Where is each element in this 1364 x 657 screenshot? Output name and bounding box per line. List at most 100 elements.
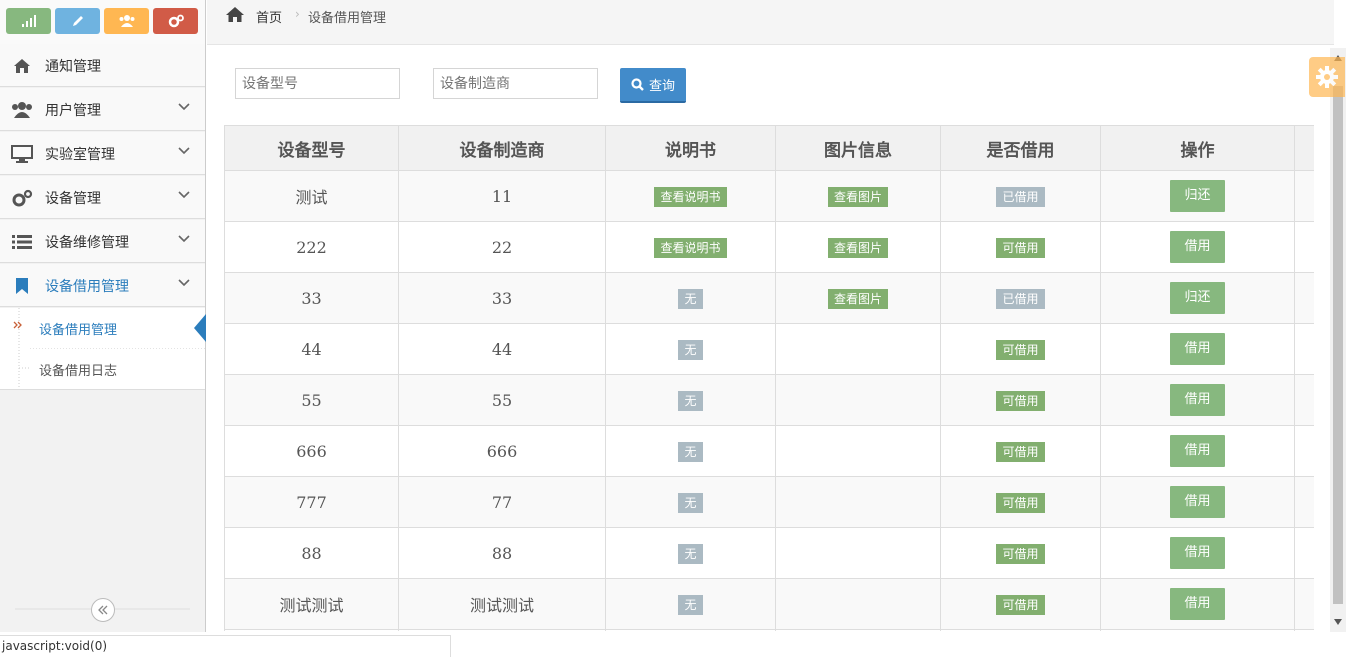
cell-image <box>775 578 941 630</box>
manual-label[interactable]: 查看说明书 <box>654 237 727 258</box>
table-row: 44 44 无 可借用 借用 <box>224 323 1314 375</box>
col-header-model: 设备型号 <box>224 125 399 171</box>
shortcut-cogs-button[interactable] <box>153 8 198 34</box>
breadcrumb-current: 设备借用管理 <box>308 11 387 26</box>
cell-extra <box>1294 374 1314 426</box>
col-header-extra <box>1294 125 1314 171</box>
cell-image <box>775 323 941 375</box>
status-badge: 可借用 <box>996 543 1045 564</box>
table-row: 222 22 查看说明书 查看图片 可借用 借用 <box>224 221 1314 273</box>
image-label[interactable]: 查看图片 <box>827 288 888 309</box>
status-badge: 可借用 <box>996 492 1045 513</box>
cell-action: 借用 <box>1100 629 1295 631</box>
device-maker-input[interactable] <box>433 68 598 99</box>
action-button[interactable]: 借用 <box>1170 486 1225 518</box>
cell-extra <box>1294 323 1314 375</box>
users-icon <box>118 14 136 28</box>
sidebar-item-label: 用户管理 <box>45 103 101 119</box>
device-table-container: 设备型号 设备制造商 说明书 图片信息 是否借用 操作 测试 11 查看说明书 查看图… <box>224 125 1314 631</box>
cell-action: 借用 <box>1100 425 1295 477</box>
browser-status-bar: javascript:void(0) <box>0 635 451 657</box>
sidebar-item-label: 通知管理 <box>45 59 101 75</box>
cell-extra <box>1294 170 1314 222</box>
double-angle-left-icon <box>97 605 109 615</box>
cogs-icon <box>11 188 33 208</box>
cell-maker: 666 <box>398 425 606 477</box>
action-button[interactable]: 借用 <box>1170 435 1225 467</box>
cell-model: 44 <box>224 323 399 375</box>
cell-status: 可借用 <box>940 221 1101 273</box>
action-button[interactable]: 借用 <box>1170 231 1225 263</box>
sidebar-item-repair[interactable]: 设备维修管理 <box>0 220 205 263</box>
manual-label[interactable]: 查看说明书 <box>654 186 727 207</box>
table-header-row: 设备型号 设备制造商 说明书 图片信息 是否借用 操作 <box>224 125 1314 171</box>
action-button[interactable]: 归还 <box>1170 180 1225 212</box>
action-button[interactable]: 借用 <box>1170 333 1225 365</box>
shortcut-pencil-button[interactable] <box>55 8 100 34</box>
chevron-down-icon <box>178 279 190 287</box>
image-label[interactable]: 查看图片 <box>827 186 888 207</box>
shortcut-users-button[interactable] <box>104 8 149 34</box>
cell-model: 33 <box>224 272 399 324</box>
sidebar-item-notice[interactable]: 通知管理 <box>0 44 205 87</box>
manual-label: 无 <box>678 543 703 564</box>
action-button[interactable]: 归还 <box>1170 282 1225 314</box>
sidebar-item-lab[interactable]: 实验室管理 <box>0 132 205 175</box>
cell-action: 借用 <box>1100 527 1295 579</box>
pencil-icon <box>71 14 85 28</box>
shortcut-signal-button[interactable] <box>6 8 51 34</box>
sidebar-item-users[interactable]: 用户管理 <box>0 88 205 131</box>
sidebar-item-device[interactable]: 设备管理 <box>0 176 205 219</box>
home-icon <box>11 56 33 76</box>
list-icon <box>11 232 33 252</box>
device-model-input[interactable] <box>235 68 400 99</box>
cell-maker: 22 <box>398 221 606 273</box>
manual-label: 无 <box>678 441 703 462</box>
cell-model: 实验室管理测试 <box>224 629 399 631</box>
action-button[interactable]: 借用 <box>1170 537 1225 569</box>
cell-image <box>775 425 941 477</box>
cell-status: 可借用 <box>940 578 1101 630</box>
cell-action: 借用 <box>1100 374 1295 426</box>
breadcrumb-home-link[interactable]: 首页 <box>256 7 282 26</box>
search-icon <box>631 78 649 91</box>
sidebar-subitem-label: 设备借用日志 <box>39 364 118 379</box>
cell-maker: 77 <box>398 476 606 528</box>
cell-model: 55 <box>224 374 399 426</box>
col-header-manual: 说明书 <box>605 125 776 171</box>
sidebar-subitem-borrow-log[interactable]: 设备借用日志 <box>0 349 205 389</box>
cell-status: 可借用 <box>940 425 1101 477</box>
users-icon <box>11 100 33 120</box>
status-badge: 已借用 <box>996 186 1045 207</box>
settings-button[interactable] <box>1309 57 1345 97</box>
status-badge: 已借用 <box>996 288 1045 309</box>
chevron-down-icon <box>178 235 190 243</box>
sidebar-subitem-borrow-manage[interactable]: 设备借用管理 <box>0 308 206 348</box>
table-row: 777 77 无 可借用 借用 <box>224 476 1314 528</box>
action-button[interactable]: 借用 <box>1170 384 1225 416</box>
status-badge: 可借用 <box>996 339 1045 360</box>
cell-manual: 查看说明书 <box>605 629 776 631</box>
cell-status: 可借用 <box>940 476 1101 528</box>
cell-manual: 无 <box>605 425 776 477</box>
sidebar-item-label: 设备管理 <box>45 191 101 207</box>
cell-manual: 查看说明书 <box>605 170 776 222</box>
cell-manual: 无 <box>605 476 776 528</box>
col-header-status: 是否借用 <box>940 125 1101 171</box>
table-row: 88 88 无 可借用 借用 <box>224 527 1314 579</box>
cell-manual: 无 <box>605 323 776 375</box>
cell-action: 借用 <box>1100 476 1295 528</box>
col-header-action: 操作 <box>1100 125 1295 171</box>
query-button[interactable]: 查询 <box>620 68 686 103</box>
device-table: 设备型号 设备制造商 说明书 图片信息 是否借用 操作 测试 11 查看说明书 查看图… <box>224 125 1314 631</box>
page-scrollbar[interactable] <box>1330 48 1346 632</box>
cell-status: 已借用 <box>940 170 1101 222</box>
sidebar-item-borrow[interactable]: 设备借用管理 <box>0 264 205 307</box>
action-button[interactable]: 借用 <box>1170 588 1225 620</box>
sidebar-shortcuts <box>0 0 205 45</box>
scroll-down-arrow-icon[interactable] <box>1333 618 1343 626</box>
image-label[interactable]: 查看图片 <box>827 237 888 258</box>
scrollbar-thumb[interactable] <box>1333 86 1343 604</box>
cell-extra <box>1294 629 1314 631</box>
sidebar-collapse-button[interactable] <box>91 598 115 622</box>
